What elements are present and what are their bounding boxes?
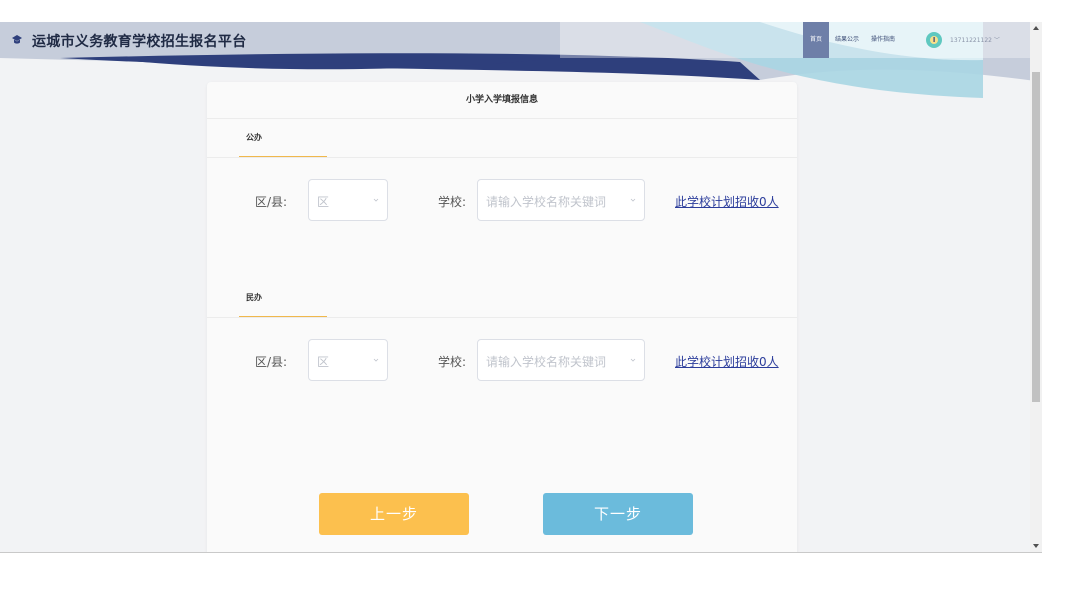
district-placeholder: 区 [317,355,330,369]
top-nav: 首页 结果公示 操作指南 [803,22,901,58]
chevron-down-icon [630,358,636,362]
divider [207,157,797,158]
school-plan-link-public[interactable]: 此学校计划招收0人 [675,193,779,210]
school-label-public: 学校: [438,195,467,209]
user-phone: 13711221122 [950,37,992,44]
scroll-down-arrow-icon[interactable] [1033,544,1039,548]
district-select-private[interactable]: 区 [308,339,388,381]
school-placeholder: 请输入学校名称关键词 [486,355,607,369]
chevron-down-icon [373,198,379,202]
divider [207,317,797,318]
site-title: 运城市义务教育学校招生报名平台 [32,34,247,50]
viewport-bottom-border [0,552,1042,553]
form-card: 小学入学填报信息 公办 区/县: 区 学校: 请输入学校名称关键词 此学校计划招… [207,82,797,553]
graduation-cap-icon [12,35,22,44]
district-placeholder: 区 [317,195,330,209]
tab-private[interactable]: 民办 [239,279,327,317]
school-label-private: 学校: [438,355,467,369]
avatar[interactable] [926,32,942,48]
tab-public[interactable]: 公办 [239,119,327,157]
nav-home[interactable]: 首页 [803,22,830,58]
school-placeholder: 请输入学校名称关键词 [486,195,607,209]
vertical-scrollbar[interactable] [1030,22,1042,553]
chevron-down-icon: ﹀ [993,37,1000,44]
district-select-public[interactable]: 区 [308,179,388,221]
district-label-private: 区/县: [255,355,288,369]
scrollbar-thumb[interactable] [1032,72,1040,402]
chevron-down-icon [373,358,379,362]
form-title: 小学入学填报信息 [207,82,797,119]
prev-step-button[interactable]: 上一步 [319,493,469,535]
school-select-private[interactable]: 请输入学校名称关键词 [477,339,645,381]
user-avatar-icon [930,36,938,44]
district-label-public: 区/县: [255,195,288,209]
nav-results[interactable]: 结果公示 [829,22,865,58]
chevron-down-icon [630,198,636,202]
nav-guide[interactable]: 操作指南 [865,22,901,58]
scroll-up-arrow-icon[interactable] [1033,26,1039,30]
school-select-public[interactable]: 请输入学校名称关键词 [477,179,645,221]
next-step-button[interactable]: 下一步 [543,493,693,535]
user-account-menu[interactable]: 13711221122 ﹀ [950,35,1000,44]
browser-viewport: 运城市义务教育学校招生报名平台 首页 结果公示 操作指南 13711221122… [0,22,1042,553]
top-header: 运城市义务教育学校招生报名平台 首页 结果公示 操作指南 13711221122… [0,22,1030,58]
school-plan-link-private[interactable]: 此学校计划招收0人 [675,353,779,370]
